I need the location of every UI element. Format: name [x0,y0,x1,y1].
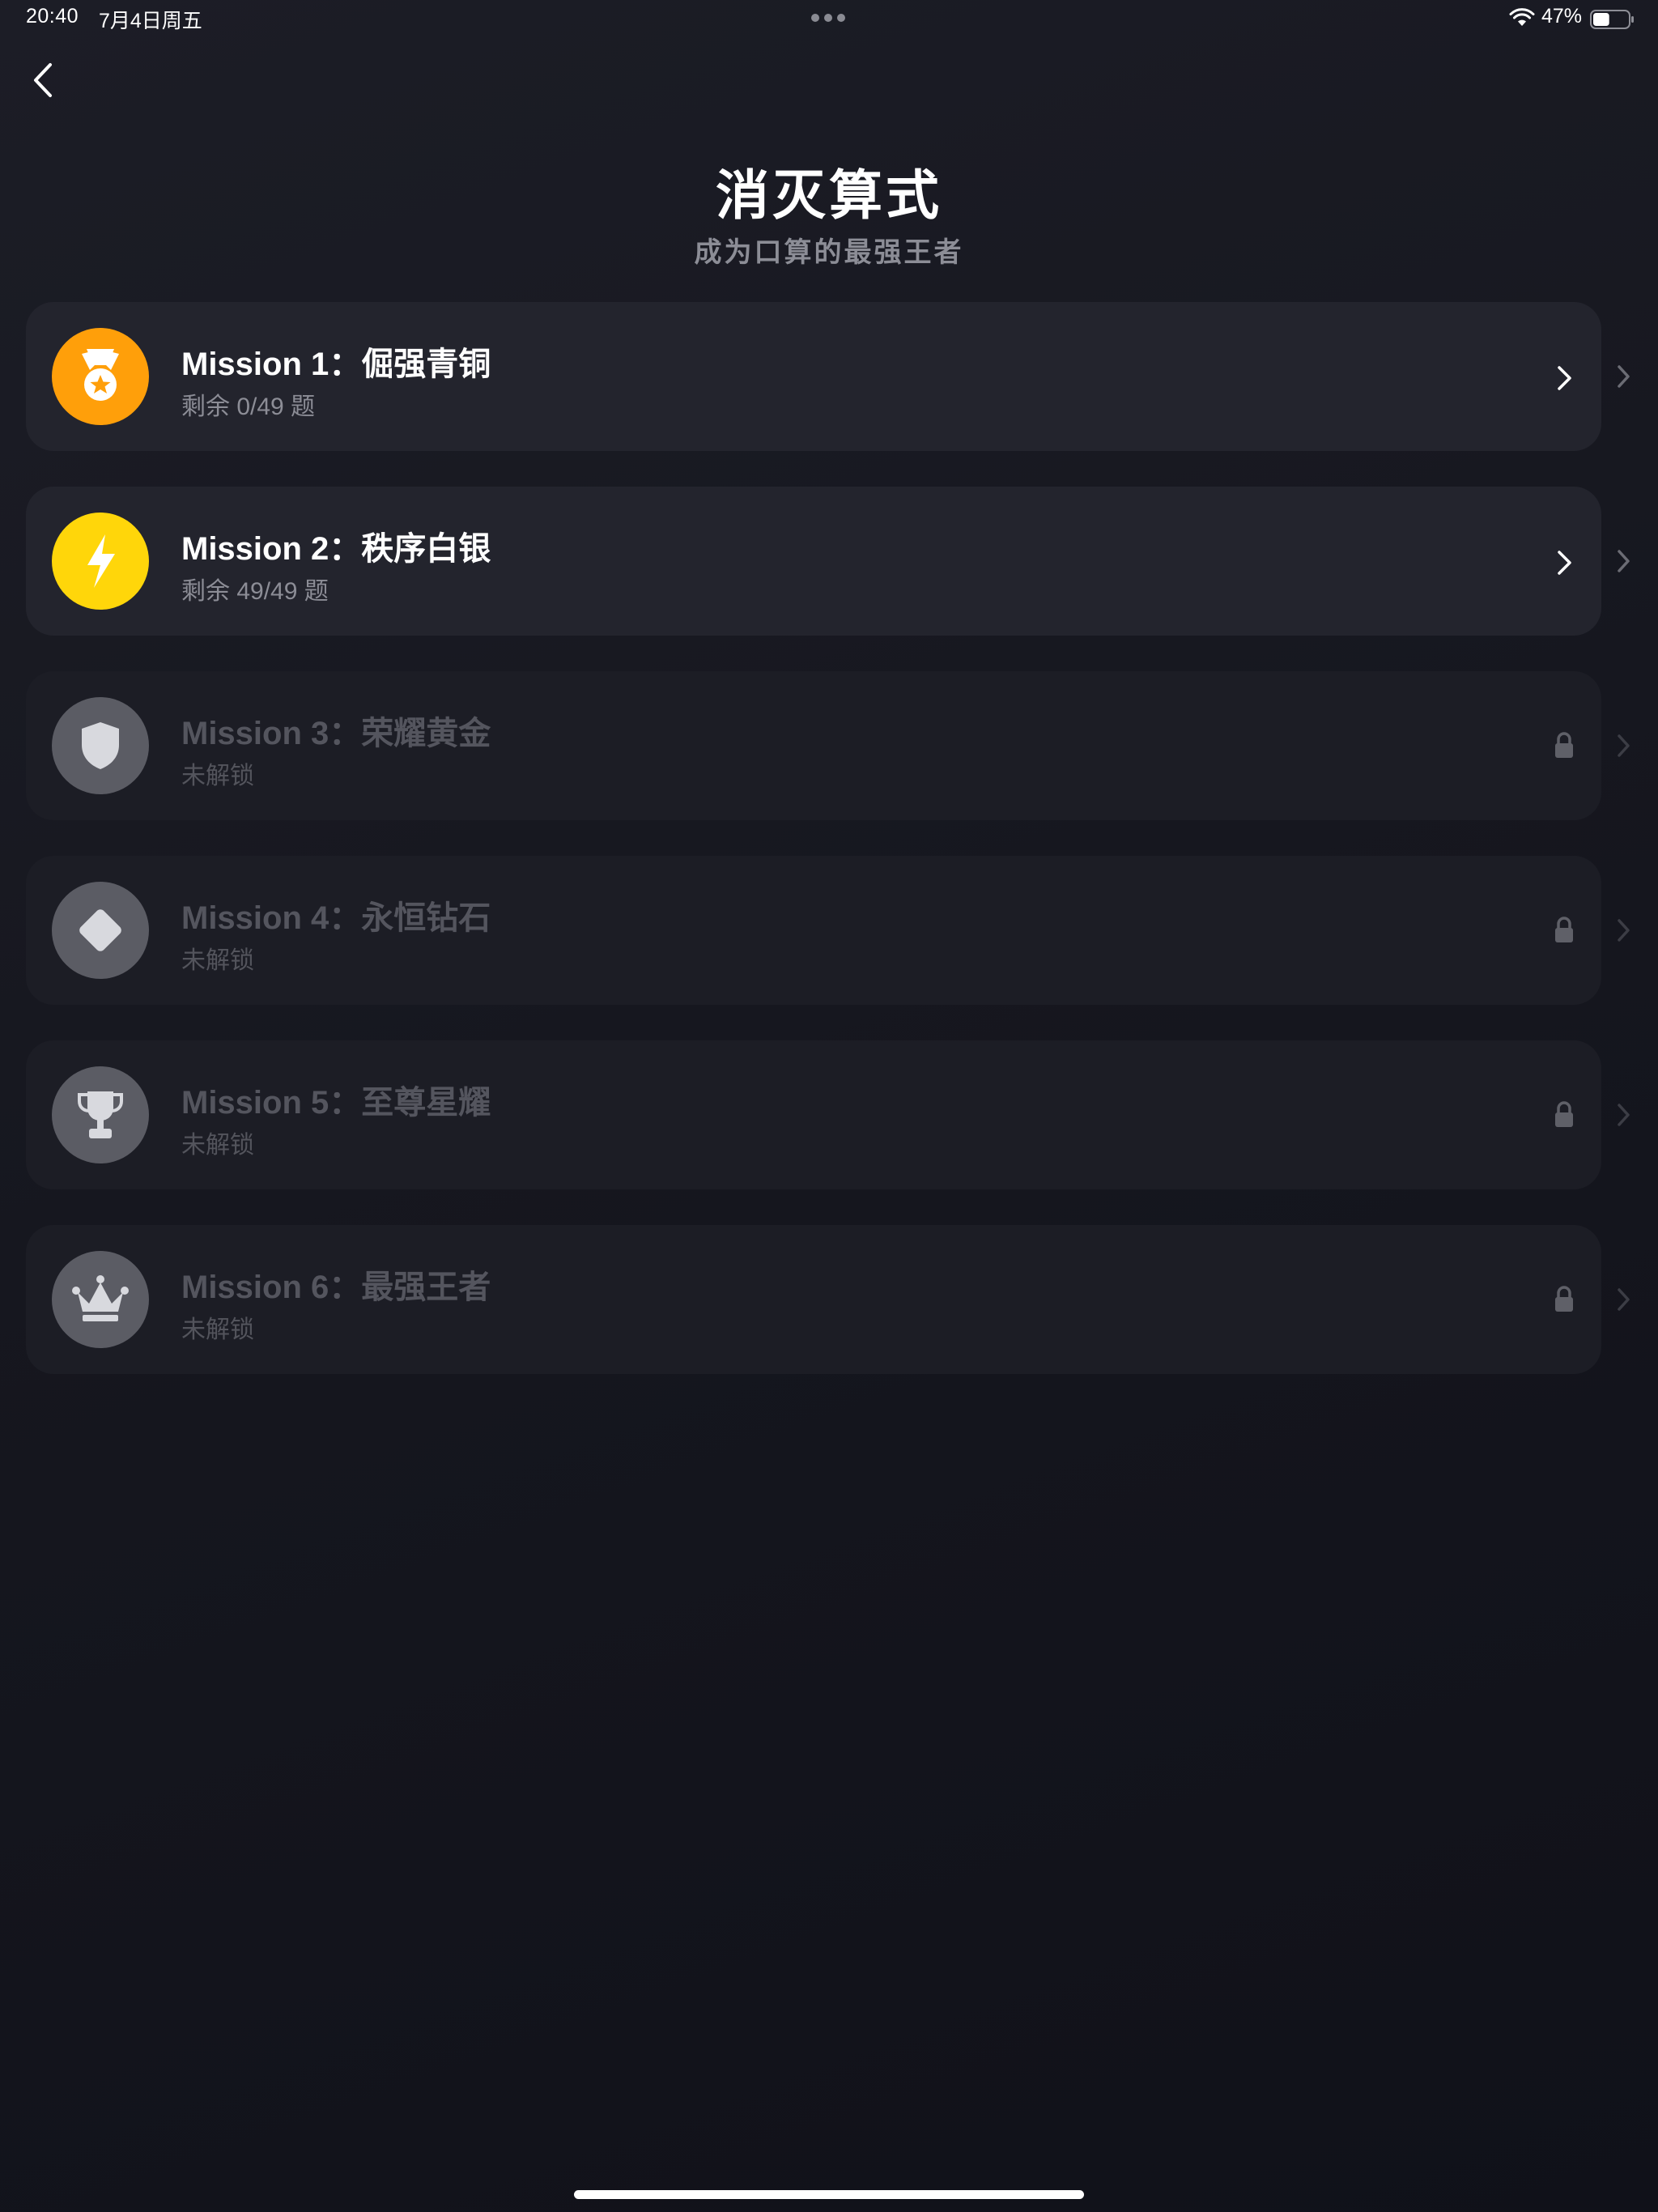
chevron-right-icon[interactable] [1613,732,1634,759]
trophy-icon [78,1091,123,1138]
mission-2-status: 剩余 49/49 题 [181,578,329,605]
lock-icon [1555,732,1573,758]
back-button[interactable] [24,57,65,105]
chevron-right-icon [1558,366,1571,390]
lightning-icon [87,534,115,588]
mission-4-badge [52,882,149,979]
multitasking-dots-icon[interactable] [811,14,845,22]
chevron-right-icon[interactable] [1613,917,1634,944]
status-bar: 20:40 7月4日周五 47% [0,0,1658,39]
chevron-right-icon[interactable] [1613,547,1634,575]
page-title: 消灭算式 [716,165,942,225]
mission-card-5[interactable]: Mission 5：至尊星耀 未解锁 [26,1040,1601,1189]
mission-card-4[interactable]: Mission 4：永恒钻石 未解锁 [26,856,1601,1005]
mission-card-3[interactable]: Mission 3：荣耀黄金 未解锁 [26,671,1601,820]
battery-icon [1590,10,1634,29]
lock-icon [1555,1101,1573,1127]
mission-3-badge [52,697,149,794]
mission-card-2[interactable]: Mission 2：秩序白银 剩余 49/49 题 [26,487,1601,636]
mission-4-status: 未解锁 [181,947,254,974]
chevron-right-icon[interactable] [1613,1101,1634,1129]
diamond-icon [79,909,121,951]
mission-2-title: Mission 2：秩序白银 [181,531,491,567]
shield-icon [82,722,119,769]
lock-icon [1555,1286,1573,1312]
mission-3-title: Mission 3：荣耀黄金 [181,716,491,751]
mission-2-badge [52,513,149,610]
mission-6-title: Mission 6：最强王者 [181,1270,491,1305]
mission-6-badge [52,1251,149,1348]
lock-icon [1555,917,1573,942]
chevron-right-icon [1558,551,1571,575]
page-subtitle: 成为口算的最强王者 [694,237,964,268]
mission-card-6[interactable]: Mission 6：最强王者 未解锁 [26,1225,1601,1374]
mission-5-title: Mission 5：至尊星耀 [181,1085,491,1121]
crown-icon [72,1275,129,1321]
mission-card-1[interactable]: Mission 1：倔强青铜 剩余 0/49 题 [26,302,1601,451]
status-date: 7月4日周五 [99,10,202,32]
chevron-right-icon[interactable] [1613,1286,1634,1313]
mission-4-title: Mission 4：永恒钻石 [181,900,491,936]
home-indicator[interactable] [574,2190,1084,2199]
mission-3-status: 未解锁 [181,763,254,789]
wifi-icon [1509,8,1535,26]
mission-6-status: 未解锁 [181,1317,254,1343]
mission-1-badge [52,328,149,425]
mission-5-badge [52,1066,149,1163]
screen: 20:40 7月4日周五 47% 消灭算式 成为口算的最强王者 Mission … [0,0,1658,2212]
status-time: 20:40 [26,5,79,28]
chevron-right-icon[interactable] [1613,363,1634,390]
medal-icon [82,349,119,401]
mission-1-title: Mission 1：倔强青铜 [181,347,491,382]
mission-1-status: 剩余 0/49 题 [181,393,316,420]
battery-percent: 47% [1541,5,1583,28]
mission-5-status: 未解锁 [181,1132,254,1159]
